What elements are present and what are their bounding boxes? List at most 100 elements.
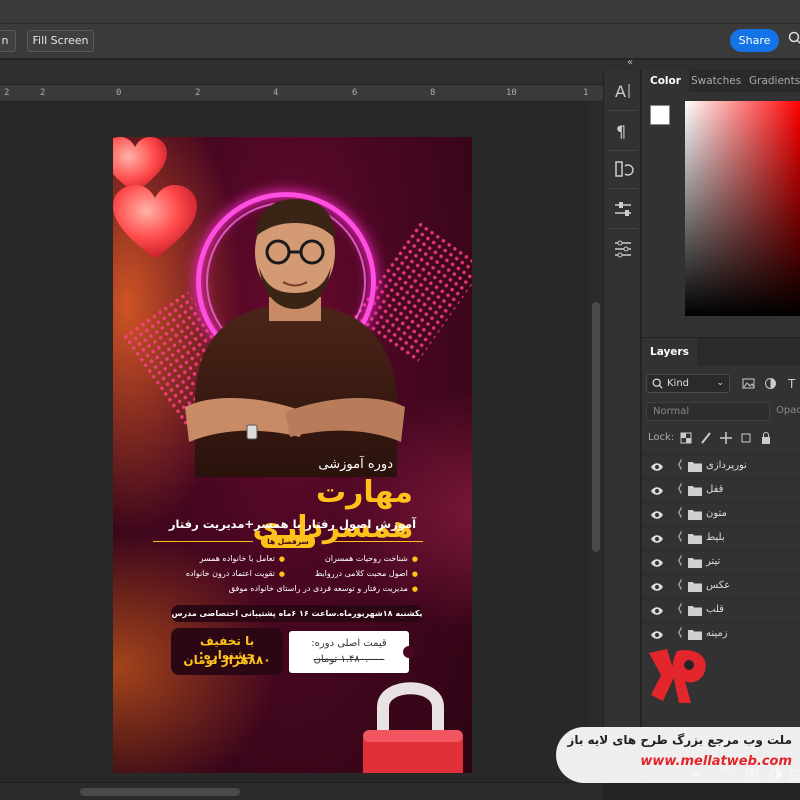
layer-name: عکس — [706, 580, 731, 591]
color-panel-tabs: Color Swatches Gradients — [642, 70, 800, 92]
fill-screen-button[interactable]: Fill Screen — [27, 30, 94, 52]
layer-row[interactable]: ❬ نورپردازی — [642, 454, 800, 478]
ruler-tick: 6 — [352, 88, 358, 98]
layer-name: قلب — [706, 604, 724, 615]
character-panel-button[interactable]: A — [611, 80, 635, 102]
eye-icon[interactable] — [650, 533, 664, 545]
folder-icon — [688, 606, 702, 616]
eye-icon[interactable] — [650, 509, 664, 521]
chevron-right-icon[interactable]: ❬ — [676, 459, 684, 470]
layer-row[interactable]: ❬ بلیط — [642, 526, 800, 550]
lock-pixels-icon[interactable] — [700, 432, 712, 444]
divider — [608, 188, 638, 189]
lock-row: Lock: — [648, 432, 770, 444]
poster-artboard[interactable]: دوره آموزشی مهارت همسرداری آموزش اصول رف… — [113, 137, 472, 773]
headings-badge: سرفصل ها — [261, 535, 315, 548]
adjustments-panel-button[interactable] — [611, 238, 635, 260]
eye-icon[interactable] — [650, 629, 664, 641]
divider — [608, 150, 638, 151]
svg-text:¶: ¶ — [616, 122, 626, 141]
eye-icon[interactable] — [650, 557, 664, 569]
kind-filter-select[interactable]: Kind ⌄ — [646, 374, 730, 393]
opacity-label: Opac — [776, 405, 800, 416]
properties-icon — [615, 202, 631, 216]
course-tagline: آموزش اصول رفتار با همسر+مدیریت رفتار — [168, 517, 417, 531]
chevron-right-icon[interactable]: ❬ — [676, 483, 684, 494]
collapse-icon[interactable]: « — [627, 57, 633, 68]
chevron-right-icon[interactable]: ❬ — [676, 507, 684, 518]
lock-all-icon[interactable] — [760, 432, 772, 444]
paragraph-panel-button[interactable]: ¶ — [611, 120, 635, 142]
document-tab-strip — [0, 60, 603, 85]
eye-icon[interactable] — [650, 605, 664, 617]
layer-row[interactable]: ❬ متون — [642, 502, 800, 526]
history-panel-button[interactable] — [611, 158, 635, 180]
tab-layers[interactable]: Layers — [642, 338, 697, 366]
color-picker-field[interactable] — [685, 101, 800, 316]
svg-text:A: A — [615, 82, 626, 101]
divider — [153, 541, 253, 542]
mellatweb-logo — [649, 649, 706, 703]
lock-transparent-icon[interactable] — [680, 432, 692, 444]
layer-row[interactable]: ❬ قلب — [642, 598, 800, 622]
options-bar — [0, 24, 800, 59]
scroll-thumb[interactable] — [592, 302, 600, 552]
eye-icon[interactable] — [650, 485, 664, 497]
share-button[interactable]: Share — [730, 29, 779, 52]
vertical-scrollbar[interactable] — [589, 102, 603, 782]
sliders-icon — [615, 240, 631, 258]
layer-row[interactable]: ❬ زمینه — [642, 622, 800, 646]
search-icon[interactable] — [788, 31, 800, 45]
image-filter-icon[interactable] — [742, 377, 755, 390]
bullet-item: شناخت روحیات همسران — [325, 554, 418, 563]
chevron-right-icon[interactable]: ❬ — [676, 627, 684, 638]
folder-icon — [688, 510, 702, 520]
bullet-item: تعامل با خانواده همسر — [200, 554, 285, 563]
adjustment-filter-icon[interactable] — [764, 377, 777, 390]
tab-color[interactable]: Color — [642, 70, 689, 92]
ruler-tick: 10 — [506, 88, 517, 98]
folder-icon — [688, 630, 702, 640]
horizontal-ruler: 2 2 0 2 4 6 8 10 1 — [0, 85, 603, 102]
instructor-photo — [185, 199, 405, 477]
layer-name: تیتر — [706, 556, 721, 567]
divider — [608, 110, 638, 111]
layer-name: زمینه — [706, 628, 728, 639]
ruler-tick: 2 — [40, 88, 46, 98]
type-filter-icon[interactable]: T — [786, 377, 799, 390]
layer-row[interactable]: ❬ قفل — [642, 478, 800, 502]
layer-row[interactable]: ❬ عکس — [642, 574, 800, 598]
properties-panel-button[interactable] — [611, 198, 635, 220]
chevron-right-icon[interactable]: ❬ — [676, 555, 684, 566]
bullet-item: اصول محبت کلامی درروابط — [315, 569, 418, 578]
blend-mode-select[interactable]: Normal — [646, 402, 770, 421]
layer-name: متون — [706, 508, 727, 519]
divider — [608, 228, 638, 229]
ruler-tick: 2 — [195, 88, 201, 98]
tab-gradients[interactable]: Gradients — [741, 70, 800, 92]
paragraph-icon: ¶ — [616, 122, 626, 141]
chevron-right-icon[interactable]: ❬ — [676, 531, 684, 542]
tab-swatches[interactable]: Swatches — [683, 70, 749, 92]
chevron-right-icon[interactable]: ❬ — [676, 579, 684, 590]
partial-button[interactable]: n — [0, 30, 16, 52]
ruler-tick: 2 — [4, 88, 10, 98]
watermark-url: www.mellatweb.com — [640, 754, 792, 769]
eye-icon[interactable] — [650, 461, 664, 473]
svg-text:T: T — [787, 377, 796, 390]
lock-position-icon[interactable] — [720, 432, 732, 444]
eye-icon[interactable] — [650, 581, 664, 593]
folder-icon — [688, 534, 702, 544]
horizontal-scrollbar[interactable] — [0, 782, 603, 800]
layers-panel: Layers Kind ⌄ T Normal Opac Lock: ❬ نورپ… — [642, 338, 800, 782]
layer-row[interactable]: ❬ تیتر — [642, 550, 800, 574]
color-panel: Color Swatches Gradients — [642, 70, 800, 338]
bullet-item: تقویت اعتماد درون خانواده — [186, 569, 285, 578]
layer-name: قفل — [706, 484, 724, 495]
scroll-thumb[interactable] — [80, 788, 240, 796]
search-icon — [652, 378, 663, 389]
foreground-color-swatch[interactable] — [650, 105, 670, 125]
lock-artboard-icon[interactable] — [740, 432, 752, 444]
schedule-info: یکشنبه ۱۸شهریورماه.ساعت ۱۶ ۶ماه پشتیبانی… — [171, 605, 423, 622]
chevron-right-icon[interactable]: ❬ — [676, 603, 684, 614]
